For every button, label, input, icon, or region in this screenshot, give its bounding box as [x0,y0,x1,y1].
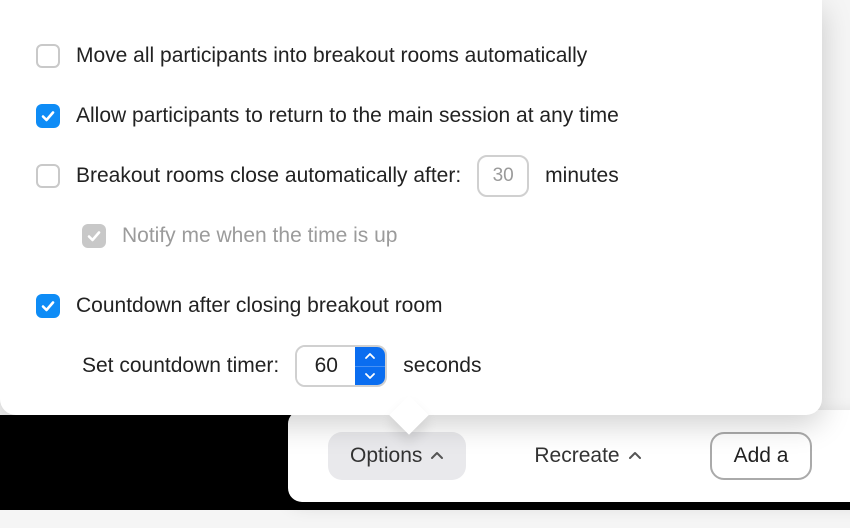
option-label: Allow participants to return to the main… [76,103,619,128]
options-button-label: Options [350,444,422,468]
add-room-button-label: Add a [734,444,789,468]
checkbox-disabled-icon [82,224,106,248]
auto-close-minutes-input[interactable]: 30 [477,155,529,197]
option-label: Breakout rooms close automatically after… [76,163,461,188]
countdown-timer-stepper[interactable]: 60 [295,345,387,387]
countdown-timer-value: 60 [297,347,355,385]
option-move-automatically[interactable]: Move all participants into breakout room… [36,32,786,80]
option-allow-return[interactable]: Allow participants to return to the main… [36,92,786,140]
option-label: Move all participants into breakout room… [76,43,587,68]
seconds-unit-label: seconds [403,353,481,378]
options-popover: Move all participants into breakout room… [0,0,822,415]
countdown-timer-label: Set countdown timer: [82,353,279,378]
checkbox-checked-icon[interactable] [36,104,60,128]
option-countdown[interactable]: Countdown after closing breakout room [36,282,786,330]
checkbox-unchecked-icon[interactable] [36,44,60,68]
stepper-up-icon[interactable] [355,347,385,366]
add-room-button[interactable]: Add a [710,432,813,480]
option-label: Notify me when the time is up [122,223,397,248]
stepper-buttons[interactable] [355,347,385,385]
options-button[interactable]: Options [328,432,466,480]
checkbox-unchecked-icon[interactable] [36,164,60,188]
option-countdown-timer: Set countdown timer: 60 seconds [36,342,786,390]
checkbox-checked-icon[interactable] [36,294,60,318]
option-label: Countdown after closing breakout room [76,293,443,318]
recreate-button[interactable]: Recreate [512,432,663,480]
recreate-button-label: Recreate [534,444,619,468]
option-notify-time-up: Notify me when the time is up [36,212,786,260]
breakout-toolbar: Options Recreate Add a [288,410,850,502]
chevron-up-icon [430,451,444,461]
stepper-down-icon[interactable] [355,366,385,386]
chevron-up-icon [628,451,642,461]
option-auto-close[interactable]: Breakout rooms close automatically after… [36,152,786,200]
minutes-unit-label: minutes [545,163,619,188]
